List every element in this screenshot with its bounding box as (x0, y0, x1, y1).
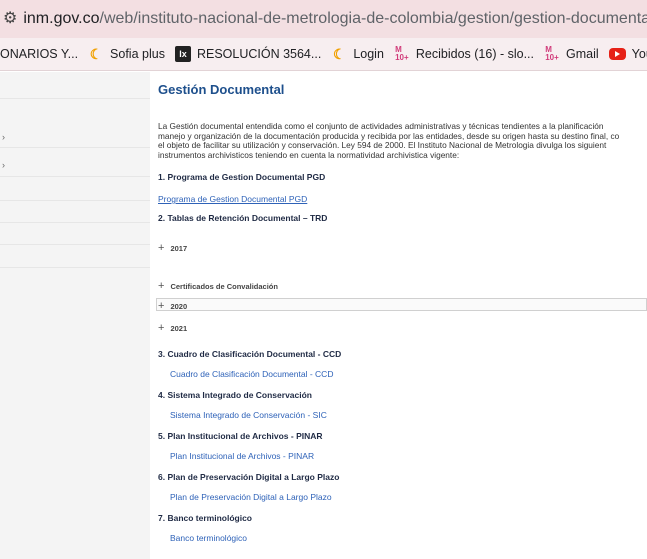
page-title: Gestión Documental (158, 82, 285, 97)
section-heading-ccd: 3. Cuadro de Clasificación Documental - … (158, 349, 342, 359)
bookmark-gmail[interactable]: M 10+ Gmail (540, 42, 605, 66)
bookmark-label: Gmail (566, 47, 599, 61)
link-pinar[interactable]: Plan Institucional de Archivos - PINAR (170, 451, 314, 461)
left-navigation: › › (0, 72, 150, 277)
intro-line: La Gestión documental entendida como el … (158, 122, 604, 131)
lx-icon: lx (174, 46, 191, 62)
section-heading-trd: 2. Tablas de Retención Documental – TRD (158, 213, 328, 223)
bookmarks-bar: ONARIOS Y... ☾ Sofia plus lx RESOLUCIÓN … (0, 38, 647, 71)
plus-icon: + (158, 322, 165, 334)
accordion-label: 2020 (170, 301, 188, 311)
url-path: /web/instituto-nacional-de-metrologia-de… (99, 10, 647, 27)
site-settings-icon[interactable]: ⚙ (3, 9, 17, 29)
bookmark-label: Recibidos (16) - slo... (415, 47, 535, 61)
plus-icon: + (158, 300, 165, 312)
nav-bullet[interactable]: › (2, 132, 5, 142)
login-icon: ☾ (333, 45, 346, 62)
gmail-icon: M 10+ (395, 45, 409, 62)
section-heading-pgd: 1. Programa de Gestion Documental PGD (158, 172, 326, 182)
bookmark-recibidos[interactable]: M 10+ Recibidos (16) - slo... (390, 42, 540, 66)
section-heading-sic: 4. Sistema Integrado de Conservación (158, 390, 312, 400)
page-area: › › Gestión Documental La Gestión docume… (0, 72, 647, 559)
youtube-icon (608, 48, 626, 60)
main-content: Gestión Documental La Gestión documental… (150, 72, 647, 559)
intro-line: instrumentos archivisticos teniendo en c… (158, 150, 460, 160)
bookmark-label: ONARIOS Y... (0, 47, 79, 61)
accordion-label: Certificados de Convalidación (170, 281, 278, 291)
section-heading-preservacion: 6. Plan de Preservación Digital a Largo … (158, 472, 340, 482)
bookmark-sofia-plus[interactable]: ☾ Sofia plus (84, 42, 171, 66)
intro-line: el objeto de facilitar su utilización y … (158, 141, 607, 151)
bookmark-login[interactable]: ☾ Login (327, 42, 390, 66)
accordion-2020-box (156, 298, 647, 311)
accordion-label: 2017 (170, 243, 188, 253)
browser-window: ⚙ inm.gov.co/web/instituto-nacional-de-m… (0, 0, 647, 559)
nav-divider (0, 176, 150, 177)
bookmark-onarios[interactable]: ONARIOS Y... (0, 42, 84, 66)
accordion-certificados[interactable]: + Certificados de Convalidación (158, 280, 278, 292)
accordion-2020[interactable]: + 2020 (158, 300, 187, 312)
section-heading-banco: 7. Banco terminológico (158, 513, 252, 523)
intro-line: manejo y organización de la documentació… (158, 131, 620, 141)
link-pgd[interactable]: Programa de Gestion Documental PGD (158, 194, 307, 204)
bookmark-label: Sofia plus (110, 47, 165, 61)
bookmark-youtube[interactable]: YouTube (605, 42, 647, 66)
bookmark-label: Login (353, 47, 384, 61)
sofia-icon: ☾ (89, 45, 103, 62)
bookmark-resolucion[interactable]: lx RESOLUCIÓN 3564... (171, 42, 327, 66)
nav-divider (0, 98, 150, 99)
link-sic[interactable]: Sistema Integrado de Conservación - SIC (170, 410, 327, 420)
gmail-icon: M 10+ (545, 45, 559, 62)
bookmark-label: YouTube (631, 47, 647, 61)
nav-divider (0, 222, 150, 223)
nav-divider (0, 244, 150, 245)
link-banco[interactable]: Banco terminológico (170, 533, 247, 543)
url-host: inm.gov.co (23, 10, 100, 27)
section-heading-pinar: 5. Plan Institucional de Archivos - PINA… (158, 431, 323, 441)
nav-divider (0, 267, 150, 268)
address-bar[interactable]: ⚙ inm.gov.co/web/instituto-nacional-de-m… (0, 0, 647, 38)
url-text[interactable]: inm.gov.co/web/instituto-nacional-de-met… (23, 10, 647, 28)
nav-divider (0, 200, 150, 201)
accordion-2021[interactable]: + 2021 (158, 322, 187, 334)
nav-bullet[interactable]: › (2, 160, 5, 170)
link-ccd[interactable]: Cuadro de Clasificación Documental - CCD (170, 369, 333, 379)
link-preservacion[interactable]: Plan de Preservación Digital a Largo Pla… (170, 492, 332, 502)
plus-icon: + (158, 280, 165, 292)
accordion-2017[interactable]: + 2017 (158, 242, 187, 254)
accordion-label: 2021 (170, 323, 188, 333)
plus-icon: + (158, 242, 165, 254)
intro-paragraph: La Gestión documental entendida como el … (158, 122, 647, 160)
bookmark-label: RESOLUCIÓN 3564... (196, 47, 322, 61)
nav-divider (0, 147, 150, 148)
